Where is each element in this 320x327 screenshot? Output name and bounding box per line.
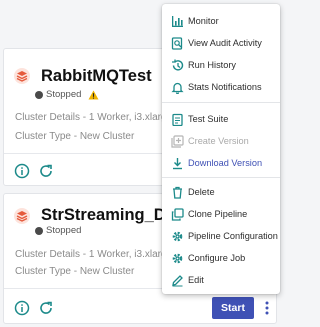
bar-chart-icon xyxy=(172,15,183,27)
menu-item-edit[interactable]: Edit xyxy=(162,269,280,291)
menu-item-clone-pipeline[interactable]: Clone Pipeline xyxy=(162,203,280,225)
cluster-details: Cluster Details - 1 Worker, i3.xlarge xyxy=(15,112,173,123)
history-icon xyxy=(172,59,184,71)
menu-item-delete[interactable]: Delete xyxy=(162,181,280,203)
menu-item-download-version[interactable]: Download Version xyxy=(162,152,280,174)
clipboard-icon xyxy=(172,113,183,126)
menu-item-monitor[interactable]: Monitor xyxy=(162,10,280,32)
more-options-icon[interactable] xyxy=(262,300,272,316)
menu-item-view-audit-activity[interactable]: View Audit Activity xyxy=(162,32,280,54)
pipeline-logo-icon xyxy=(14,208,30,224)
cluster-type: Cluster Type - New Cluster xyxy=(15,131,135,142)
cluster-details: Cluster Details - 1 Worker, i3.xlarge xyxy=(15,249,173,260)
status-indicator: Stopped xyxy=(35,89,99,100)
bell-icon xyxy=(171,82,184,94)
status-text: Stopped xyxy=(46,225,82,236)
trash-icon xyxy=(173,186,182,199)
warning-icon[interactable] xyxy=(88,89,99,100)
pipeline-name[interactable]: RabbitMQTest xyxy=(41,67,152,86)
pipeline-logo-icon xyxy=(14,68,30,84)
menu-item-create-version[interactable]: Create Version xyxy=(162,130,280,152)
menu-item-configure-job[interactable]: Configure Job xyxy=(162,247,280,269)
status-dot xyxy=(35,90,43,99)
menu-item-test-suite[interactable]: Test Suite xyxy=(162,108,280,130)
menu-item-run-history[interactable]: Run History xyxy=(162,54,280,76)
status-text: Stopped xyxy=(46,89,82,100)
pencil-icon xyxy=(172,274,183,286)
gear-icon xyxy=(172,231,183,241)
pipeline-actions-menu: Monitor View Audit Activity Run History … xyxy=(162,4,280,294)
status-dot xyxy=(35,226,43,235)
add-box-icon xyxy=(171,134,184,148)
menu-item-pipeline-configuration[interactable]: Pipeline Configuration xyxy=(162,225,280,247)
start-button[interactable]: Start xyxy=(212,297,254,319)
refresh-icon[interactable] xyxy=(38,163,54,179)
cluster-type: Cluster Type - New Cluster xyxy=(15,266,135,277)
menu-divider xyxy=(162,102,280,103)
status-indicator: Stopped xyxy=(35,225,81,236)
menu-divider xyxy=(162,177,280,178)
menu-item-stats-notifications[interactable]: Stats Notifications xyxy=(162,76,280,98)
clone-icon xyxy=(171,207,184,221)
gear-icon xyxy=(172,253,183,263)
refresh-icon[interactable] xyxy=(38,300,54,316)
info-icon[interactable] xyxy=(14,163,30,179)
audit-search-icon xyxy=(171,36,183,50)
download-icon xyxy=(173,157,182,169)
info-icon[interactable] xyxy=(14,300,30,316)
